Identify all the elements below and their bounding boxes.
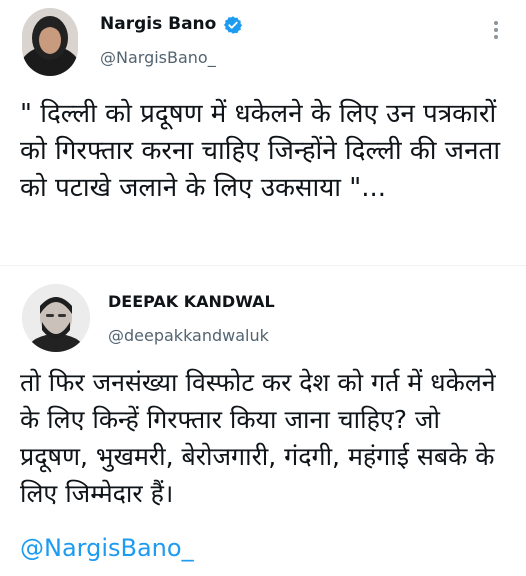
- tweet-divider: [0, 265, 526, 266]
- user-handle[interactable]: @deepakkandwaluk: [108, 326, 269, 345]
- tweet-text: तो फिर जनसंख्या विस्फोट कर देश को गर्त म…: [20, 368, 496, 508]
- avatar-portrait-image: [22, 284, 90, 352]
- avatar[interactable]: [22, 284, 90, 352]
- display-name[interactable]: DEEPAK KANDWAL: [108, 292, 275, 311]
- avatar-portrait-image: [22, 8, 78, 76]
- tweet-nargis-bano[interactable]: Nargis Bano @NargisBano_ " दिल्ली को प्र…: [0, 0, 526, 266]
- tweet-text: " दिल्ली को प्रदूषण में धकेलने के लिए उन…: [20, 99, 501, 203]
- mention-link[interactable]: @NargisBano_: [20, 534, 194, 562]
- verified-badge-icon: [223, 16, 243, 34]
- more-options-icon[interactable]: [486, 18, 506, 42]
- user-handle[interactable]: @NargisBano_: [100, 48, 216, 67]
- display-name[interactable]: Nargis Bano: [100, 14, 216, 34]
- tweet-deepak-kandwal[interactable]: DEEPAK KANDWAL @deepakkandwaluk तो फिर ज…: [0, 268, 526, 576]
- avatar[interactable]: [22, 8, 78, 76]
